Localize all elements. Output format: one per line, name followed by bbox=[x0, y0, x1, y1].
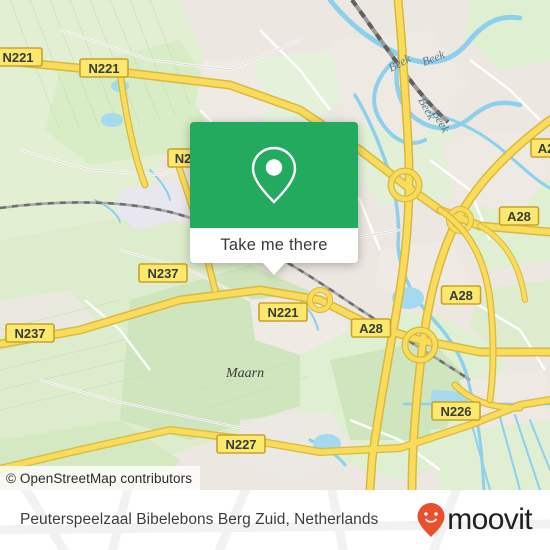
road-shield-label: N221 bbox=[88, 61, 119, 76]
map-pin-icon bbox=[251, 146, 297, 204]
place-label-group: Maarn bbox=[225, 366, 264, 381]
road-shield: N221 bbox=[0, 47, 43, 67]
road-shield-label: N237 bbox=[147, 266, 178, 281]
map-canvas[interactable]: N221 N221 N2 N237 N237 N221 A28 A28 A28 A2 N226 N22… bbox=[0, 0, 550, 490]
take-me-there-button[interactable]: Take me there bbox=[190, 228, 358, 263]
road-shield: N237 bbox=[5, 323, 55, 343]
callout-pointer bbox=[263, 263, 285, 275]
road-shield: A28 bbox=[440, 285, 482, 305]
footer-bar: Peuterspeelzaal Bibelebons Berg Zuid, Ne… bbox=[0, 490, 550, 550]
moovit-pin-smiley-icon bbox=[417, 503, 445, 537]
road-shield-label: N237 bbox=[14, 326, 45, 341]
road-shield-label: A28 bbox=[359, 321, 383, 336]
road-shield-label: N221 bbox=[2, 50, 33, 65]
road-shield: N226 bbox=[431, 401, 481, 421]
take-me-there-callout[interactable]: Take me there bbox=[190, 122, 358, 275]
road-shield-label: A28 bbox=[507, 209, 531, 224]
moovit-wordmark: moovit bbox=[447, 503, 532, 536]
location-title: Peuterspeelzaal Bibelebons Berg Zuid, Ne… bbox=[20, 511, 379, 528]
moovit-brand[interactable]: moovit bbox=[416, 502, 533, 538]
map-screenshot-root: N221 N221 N2 N237 N237 N221 A28 A28 A28 A2 N226 N22… bbox=[0, 0, 550, 550]
road-shield: A2 bbox=[530, 138, 550, 158]
road-shield-label: N221 bbox=[267, 305, 298, 320]
road-shield-label: A2 bbox=[538, 141, 550, 156]
osm-attribution-text: © OpenStreetMap contributors bbox=[6, 470, 193, 486]
road-shield: A28 bbox=[350, 318, 392, 338]
road-shield-label: A28 bbox=[449, 288, 473, 303]
osm-attribution[interactable]: © OpenStreetMap contributors bbox=[0, 466, 201, 490]
take-me-there-label: Take me there bbox=[220, 236, 328, 254]
road-shield: N237 bbox=[138, 263, 188, 283]
road-shield-label: N227 bbox=[225, 437, 256, 452]
road-shield: N227 bbox=[216, 434, 266, 454]
place-label: Maarn bbox=[225, 366, 264, 381]
road-shield: A28 bbox=[498, 206, 540, 226]
road-shield: N221 bbox=[79, 58, 129, 78]
road-shield: N221 bbox=[258, 302, 308, 322]
callout-header bbox=[190, 122, 358, 228]
road-shield-label: N2 bbox=[175, 151, 192, 166]
road-shield-label: N226 bbox=[440, 404, 471, 419]
